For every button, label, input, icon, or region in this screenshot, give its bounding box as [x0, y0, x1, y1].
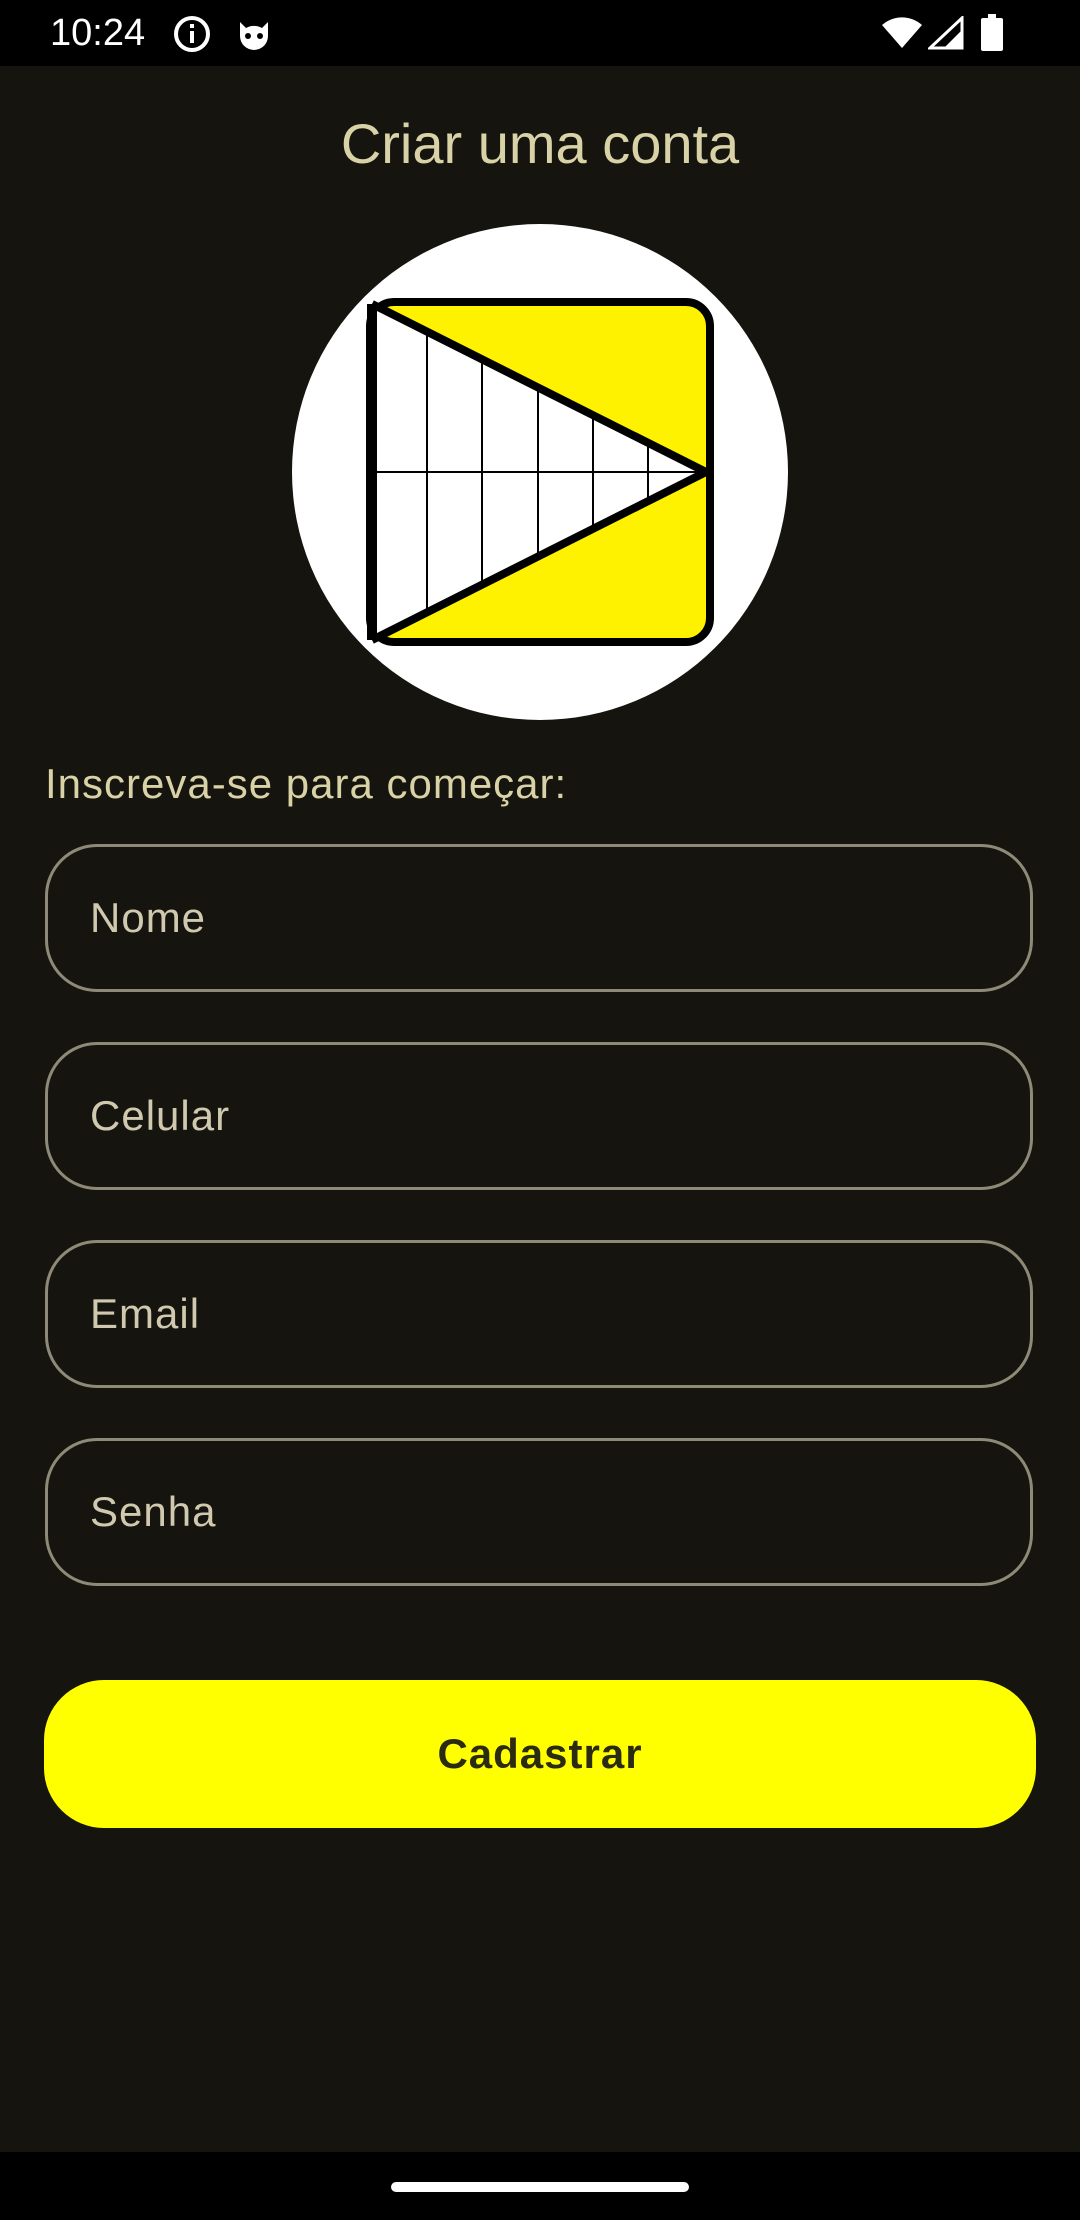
home-gesture-handle[interactable]	[391, 2182, 689, 2192]
password-field[interactable]: Senha	[45, 1438, 1033, 1586]
register-button[interactable]: Cadastrar	[44, 1680, 1036, 1828]
info-icon	[174, 16, 210, 52]
name-field[interactable]: Nome	[45, 844, 1033, 992]
wifi-icon	[882, 17, 922, 48]
status-bar: 10:24	[0, 0, 1080, 66]
email-field[interactable]: Email	[45, 1240, 1033, 1388]
navigation-bar	[0, 2152, 1080, 2220]
app-logo-icon	[292, 224, 788, 720]
sign-up-prompt: Inscreva-se para começar:	[45, 760, 568, 807]
sign-up-screen: Criar uma conta Inscreva-se para começar…	[0, 66, 1080, 2152]
phone-field[interactable]: Celular	[45, 1042, 1033, 1190]
status-time: 10:24	[50, 12, 146, 54]
signal-icon	[928, 16, 964, 50]
register-button-label: Cadastrar	[437, 1730, 643, 1777]
cat-face-icon	[240, 22, 268, 50]
page-title: Criar uma conta	[340, 112, 740, 175]
battery-icon	[981, 14, 1003, 51]
